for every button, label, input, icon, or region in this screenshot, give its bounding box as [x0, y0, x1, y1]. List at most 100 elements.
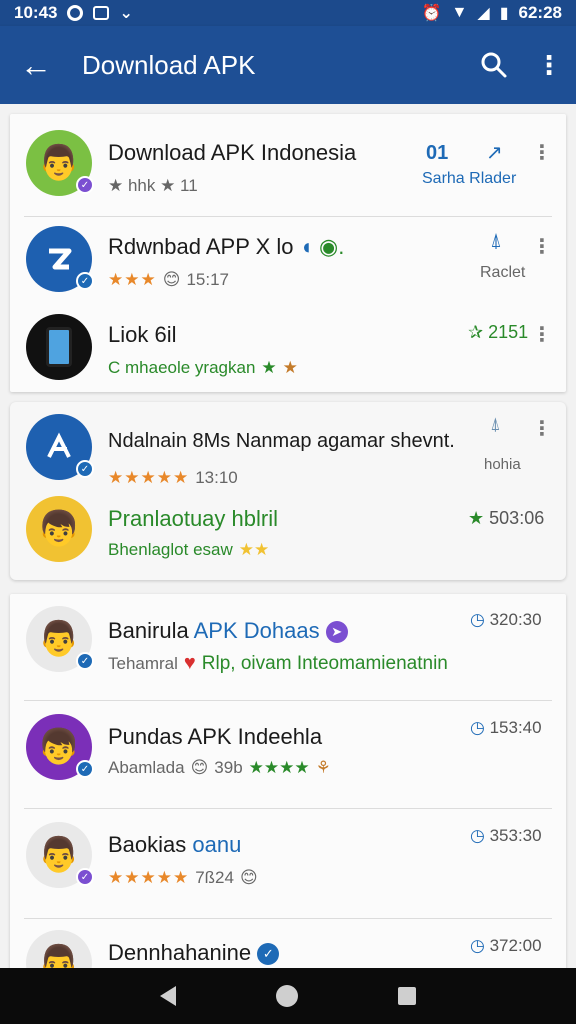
verified-icon: ✓	[76, 272, 94, 290]
item-subtitle: C mhaeole yragkan ★ ★	[108, 358, 298, 377]
verified-icon: ✓	[76, 868, 94, 886]
card-group: 👨 ✓ Download APK Indonesia ★ hhk ★ 11 01…	[10, 114, 566, 392]
rating-stars: ★★★★★	[108, 868, 190, 887]
avatar: 👨	[26, 930, 92, 968]
verified-icon: ✓	[76, 460, 94, 478]
card-group: ✓ Ndalnain 8Ms Nanmap agamar shevnt. ★★★…	[10, 402, 566, 580]
star-icon: ✰	[468, 322, 484, 342]
person-icon: 👦	[37, 728, 81, 766]
person-icon: 👨	[37, 836, 81, 874]
avatar: 👨 ✓	[26, 130, 94, 196]
more-vert-icon: ⋮	[536, 49, 562, 80]
list-item[interactable]: 👨 ✓ Baokias oanu ★★★★★ 7ß24 😊 ◷ 353:30	[10, 808, 566, 918]
back-button[interactable]: ←	[0, 26, 72, 104]
search-button[interactable]	[466, 26, 522, 104]
verified-icon: ✓	[76, 176, 94, 194]
nav-recents-icon[interactable]	[398, 987, 416, 1005]
item-subtitle: Tehamral ♥ Rlp, oivam Inteomamienatnin	[108, 652, 448, 674]
list-item[interactable]: 👨 ✓ Download APK Indonesia ★ hhk ★ 11 01…	[10, 114, 566, 216]
star-icon: ★	[261, 358, 277, 377]
list-item[interactable]: 👨 Dennhahanine ✓ ◷ 372:00	[10, 918, 566, 968]
emoji-icon: 😊	[190, 758, 209, 777]
item-subtitle: ★★★ 😊 15:17	[108, 270, 229, 290]
avatar: 👦	[26, 496, 92, 562]
clock-icon: ◷	[470, 936, 485, 955]
emoji-icon: 😊	[162, 270, 181, 289]
item-menu-button[interactable]: ⋮	[532, 416, 552, 441]
verified-icon: ✓	[76, 652, 94, 670]
item-menu-button[interactable]: ⋮	[532, 234, 552, 259]
battery-icon: ▮	[499, 5, 509, 22]
person-icon: 👨	[37, 620, 81, 658]
item-subtitle: ★★★★★ 13:10	[108, 468, 238, 488]
person-icon: 👨	[37, 944, 81, 968]
person-icon: 👦	[37, 510, 81, 548]
download-icon[interactable]: ⍋	[490, 414, 501, 435]
page-title: Download APK	[82, 49, 256, 80]
item-title: Pranlaotuay hblril	[108, 506, 278, 531]
shield-icon: ◖	[299, 234, 313, 259]
app-bar: ← Download APK ⋮	[0, 26, 576, 104]
avatar: 👨 ✓	[26, 606, 94, 672]
card-group: 👨 ✓ Banirula APK Dohaas ➤ Tehamral ♥ Rlp…	[10, 594, 566, 968]
system-nav-bar	[0, 968, 576, 1024]
avatar: ✓	[26, 414, 94, 480]
download-icon[interactable]: ⍋	[490, 230, 502, 253]
avatar	[26, 314, 92, 380]
alarm-icon: ⏰	[421, 5, 442, 22]
item-menu-button[interactable]: ⋮	[532, 140, 552, 165]
nav-home-icon[interactable]	[276, 985, 298, 1007]
item-status: hohia	[484, 456, 521, 473]
clock-icon: ◷	[470, 718, 485, 737]
list-item[interactable]: 👦 ✓ Pundas APK Indeehla Abamlada 😊 39b ★…	[10, 700, 566, 808]
list-item[interactable]: ✓ Rdwnbad APP X lo ◖ ◉. ★★★ 😊 15:17 ⍋ Ra…	[10, 216, 566, 304]
emoji-icon: 😊	[239, 868, 258, 887]
badge-icon: ⚘	[315, 758, 331, 777]
item-meta: 13:10	[195, 468, 238, 487]
item-title: Pundas APK Indeehla	[108, 724, 323, 749]
clock-icon: ◷	[470, 826, 485, 845]
app-logo-icon	[47, 432, 71, 458]
verified-icon: ✓	[257, 943, 280, 966]
list-item[interactable]: Liok 6il C mhaeole yragkan ★ ★ ✰ 2151 ⋮	[10, 304, 566, 392]
rating-stars: ★★★★	[248, 758, 310, 777]
item-count: 01	[426, 142, 449, 164]
badge-icon: ◉.	[319, 234, 345, 259]
clock-icon: ◷	[470, 610, 485, 629]
apk-list: 👨 ✓ Download APK Indonesia ★ hhk ★ 11 01…	[0, 104, 576, 968]
share-icon[interactable]: ↗	[486, 140, 503, 165]
item-time: ◷ 353:30	[470, 826, 542, 845]
item-stat: ★ 503:06	[468, 508, 545, 528]
status-clock: 62:28	[518, 3, 562, 22]
more-button[interactable]: ⋮	[522, 26, 576, 104]
star-icon: ★★	[238, 540, 270, 559]
notification-icon: ⌄	[119, 5, 133, 22]
item-subtitle: ★ hhk ★ 11	[108, 176, 198, 195]
star-icon: ★	[468, 508, 485, 528]
item-subtitle: ★★★★★ 7ß24 😊	[108, 868, 258, 887]
item-title: Download APK Indonesia	[108, 140, 357, 165]
arrow-left-icon: ←	[20, 46, 52, 83]
item-time: ◷ 320:30	[470, 610, 542, 629]
item-meta: 15:17	[186, 270, 230, 289]
item-menu-button[interactable]: ⋮	[532, 322, 552, 347]
avatar: 👦 ✓	[26, 714, 94, 780]
status-bar: 10:43 ⌄ ⏰ ▼ ◢ ▮ 62:28	[0, 0, 576, 26]
rating-stars: ★★★★★	[108, 468, 190, 487]
item-title: Liok 6il	[108, 322, 177, 347]
item-time: ◷ 372:00	[470, 936, 542, 955]
item-time: ◷ 153:40	[470, 718, 542, 737]
avatar: ✓	[26, 226, 94, 292]
item-subtitle: Abamlada 😊 39b ★★★★ ⚘	[108, 758, 331, 777]
item-title: Dennhahanine ✓	[108, 940, 280, 966]
verified-icon: ✓	[76, 760, 94, 778]
badge-icon: ➤	[325, 621, 348, 644]
status-time: 10:43	[14, 3, 58, 22]
nav-back-icon[interactable]	[160, 986, 176, 1006]
item-title: Ndalnain 8Ms Nanmap agamar shevnt.	[108, 430, 455, 452]
list-item[interactable]: 👨 ✓ Banirula APK Dohaas ➤ Tehamral ♥ Rlp…	[10, 594, 566, 700]
item-title: Rdwnbad APP X lo ◖ ◉.	[108, 234, 345, 259]
item-meta: Sarha Rlader	[422, 170, 517, 187]
list-item[interactable]: 👦 Pranlaotuay hblril Bhenlaglot esaw ★★ …	[10, 492, 566, 580]
list-item[interactable]: ✓ Ndalnain 8Ms Nanmap agamar shevnt. ★★★…	[10, 402, 566, 492]
